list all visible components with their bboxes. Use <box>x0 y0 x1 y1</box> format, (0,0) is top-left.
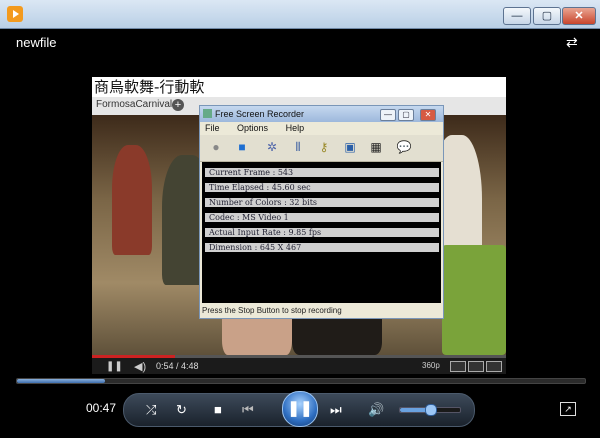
video-quality: 360p <box>422 361 440 370</box>
fsr-menu-options[interactable]: Options <box>237 123 268 133</box>
fsr-menu-help[interactable]: Help <box>286 123 305 133</box>
split-icon[interactable]: ⦀ <box>290 139 306 155</box>
fsr-menu-bar: File Options Help <box>200 122 443 134</box>
video-progress <box>92 355 506 358</box>
playback-controls: 00:47 ⤮ ↻ ■ ⏮ ❚❚ ⏭ 🔊 ↗ <box>0 374 600 438</box>
video-small-size-icon <box>450 361 466 372</box>
volume-knob[interactable] <box>425 404 437 416</box>
stat-current-frame: Current Frame : 543 <box>205 168 439 177</box>
monitor-icon[interactable]: ▣ <box>342 139 358 155</box>
key-icon[interactable]: ⚷ <box>316 139 332 155</box>
fsr-maximize-button[interactable]: ▢ <box>398 109 414 121</box>
fsr-menu-file[interactable]: File <box>205 123 220 133</box>
film-icon[interactable]: ▦ <box>368 139 384 155</box>
fsr-app-icon <box>203 109 212 118</box>
stat-time-elapsed: Time Elapsed : 45.60 sec <box>205 183 439 192</box>
video-banner-text: 商烏軟舞-行動軟 <box>92 77 506 97</box>
media-player-icon <box>7 6 23 22</box>
free-screen-recorder-window[interactable]: Free Screen Recorder — ▢ ✕ File Options … <box>199 105 444 319</box>
title-bar: — ▢ ✕ <box>0 0 600 29</box>
fsr-stats-panel: Current Frame : 543 Time Elapsed : 45.60… <box>202 162 441 303</box>
current-time: 00:47 <box>86 401 117 415</box>
previous-button[interactable]: ⏮ <box>242 402 254 418</box>
help-icon[interactable]: 💬 <box>396 139 412 155</box>
video-volume-icon: ◀) <box>134 361 147 373</box>
video-time: 0:54 / 4:48 <box>156 361 199 371</box>
record-icon[interactable]: ● <box>208 139 224 155</box>
video-player-controls: ❚❚ ◀) 0:54 / 4:48 360p <box>92 355 506 375</box>
stop-icon[interactable]: ■ <box>234 139 250 155</box>
minimize-button[interactable]: — <box>503 7 531 25</box>
video-figure <box>112 145 152 255</box>
fsr-minimize-button[interactable]: — <box>380 109 396 121</box>
video-large-size-icon <box>468 361 484 372</box>
stat-codec: Codec : MS Video 1 <box>205 213 439 222</box>
switch-to-library-icon[interactable]: ⇄ <box>566 35 584 49</box>
switch-view-icon[interactable]: ↗ <box>560 402 576 416</box>
maximize-button[interactable]: ▢ <box>533 7 561 25</box>
video-tab-plus-icon: + <box>172 99 184 111</box>
video-fullscreen-icon <box>486 361 502 372</box>
shuffle-icon[interactable]: ⤮ <box>146 402 156 418</box>
control-bar: ⤮ ↻ ■ ⏮ ❚❚ ⏭ 🔊 <box>123 391 475 427</box>
fsr-status-bar: Press the Stop Button to stop recording <box>202 306 342 315</box>
fsr-toolbar: ● ■ ✲ ⦀ ⚷ ▣ ▦ 💬 <box>200 135 443 162</box>
video-viewer[interactable]: newfile ⇄ 商烏軟舞-行動軟 FormosaCarnival + ❚❚ … <box>0 29 600 375</box>
stat-dimension: Dimension : 645 X 467 <box>205 243 439 252</box>
fsr-title: Free Screen Recorder <box>215 109 305 119</box>
next-button[interactable]: ⏭ <box>330 402 342 418</box>
close-button[interactable]: ✕ <box>562 7 596 25</box>
pause-button[interactable]: ❚❚ <box>282 391 318 427</box>
volume-slider[interactable] <box>399 404 461 416</box>
stat-input-rate: Actual Input Rate : 9.85 fps <box>205 228 439 237</box>
seek-bar[interactable] <box>16 378 586 384</box>
video-pause-icon: ❚❚ <box>106 361 123 372</box>
stop-playback-button[interactable]: ■ <box>214 402 222 418</box>
volume-icon[interactable]: 🔊 <box>368 402 384 418</box>
fsr-close-button[interactable]: ✕ <box>420 109 436 121</box>
settings-icon[interactable]: ✲ <box>264 139 280 155</box>
file-title: newfile <box>16 35 57 50</box>
repeat-icon[interactable]: ↻ <box>176 402 187 418</box>
fsr-title-bar: Free Screen Recorder — ▢ ✕ <box>200 106 443 122</box>
video-browser-tab: FormosaCarnival <box>96 99 173 110</box>
video-fruit-stand <box>442 245 506 355</box>
stat-number-of-colors: Number of Colors : 32 bits <box>205 198 439 207</box>
